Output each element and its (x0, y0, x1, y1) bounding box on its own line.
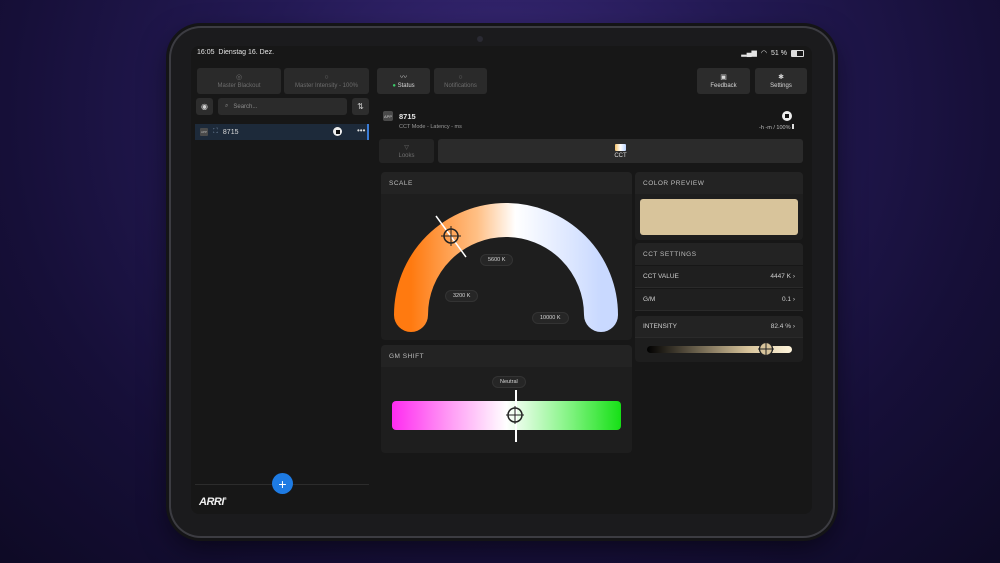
feedback-button[interactable]: ▣ Feedback (697, 68, 750, 94)
intensity-value-wrap: 82.4 % › (771, 323, 795, 330)
cct-tab[interactable]: CCT (438, 139, 803, 163)
chevron-right-icon: › (792, 323, 795, 330)
looks-tab[interactable]: ▽ Looks (379, 139, 434, 163)
status-tab[interactable]: 〰 ● Status (377, 68, 430, 94)
wifi-icon: ◠ (760, 50, 768, 57)
blackout-icon: ◎ (235, 73, 243, 81)
status-label-wrap: ● Status (392, 83, 414, 89)
scale-label-5600: 5600 K (480, 254, 514, 266)
cct-arc[interactable] (381, 194, 632, 340)
scale-panel: SCALE 5600 K 3200 K 10000 K (381, 172, 632, 340)
scale-label-10000: 10000 K (532, 312, 569, 324)
cct-value-wrap: 4447 K › (770, 273, 795, 280)
pulse-icon: 〰 (400, 73, 407, 81)
master-intensity-button[interactable]: ○ Master Intensity - 100% (284, 68, 369, 94)
select-frame-icon: ⛶ (213, 128, 218, 135)
gm-shift-title: GM SHIFT (381, 345, 632, 367)
plus-icon: + (278, 475, 287, 492)
chevron-right-icon: › (792, 296, 795, 303)
device-name: 8715 (222, 128, 239, 136)
sort-button[interactable]: ⇅ (352, 98, 369, 115)
app-badge: APP (200, 128, 208, 136)
gm-shift-panel: GM SHIFT Neutral (381, 345, 632, 453)
settings-label: Settings (770, 82, 792, 89)
stop-icon[interactable] (333, 127, 342, 136)
gm-value: 0.1 (781, 296, 792, 303)
settings-button[interactable]: ✱ Settings (755, 68, 807, 94)
battery-percent: 51 % (771, 49, 787, 57)
battery-small-icon (792, 124, 795, 129)
app-screen: 16:05 Dienstag 16. Dez. ▂▄▆ ◠ 51 % ◎ Mas… (191, 46, 812, 514)
search-icon: ⌕ (225, 103, 229, 109)
cct-gradient-icon (615, 143, 626, 151)
device-subtitle: CCT Mode - Latency - ms (399, 124, 462, 130)
cct-settings-panel: CCT SETTINGS (635, 243, 803, 265)
scale-label-3200: 3200 K (445, 290, 479, 302)
camera-dot (477, 36, 483, 42)
device-stop-button[interactable] (782, 111, 792, 121)
device-title: 8715 (399, 112, 416, 121)
more-icon[interactable]: ••• (357, 126, 365, 135)
master-blackout-button[interactable]: ◎ Master Blackout (197, 68, 281, 94)
looks-icon: ▽ (404, 144, 409, 151)
intensity-handle[interactable] (758, 341, 775, 357)
color-preview-panel: COLOR PREVIEW (635, 172, 803, 240)
status-bar-time: 16:05 Dienstag 16. Dez. (197, 49, 274, 56)
intensity-row[interactable]: INTENSITY 82.4 % › (635, 316, 803, 338)
device-app-badge: APP (383, 111, 393, 121)
intensity-value: 82.4 % (770, 323, 792, 330)
notifications-tab[interactable]: ○ Notifications (434, 68, 487, 94)
intensity-slider-area (635, 338, 803, 362)
color-preview-title: COLOR PREVIEW (635, 172, 803, 194)
chat-icon: ▣ (720, 73, 727, 81)
gear-icon: ✱ (778, 73, 784, 81)
groups-button[interactable]: ◉ (196, 98, 213, 115)
cct-value-row[interactable]: CCT VALUE 4447 K › (635, 266, 803, 288)
gm-value-wrap: 0.1 › (782, 296, 795, 303)
battery-icon (791, 49, 804, 57)
cct-label: CCT (614, 152, 627, 159)
status-label: Status (397, 82, 415, 89)
device-list-item[interactable]: APP ⛶ 8715 ••• (195, 124, 369, 140)
intensity-label: INTENSITY (643, 323, 677, 330)
feedback-label: Feedback (710, 82, 737, 89)
groups-icon: ◉ (201, 102, 208, 111)
date-text: Dienstag 16. Dez. (218, 49, 275, 56)
device-status: -h -m / 100% (759, 124, 795, 131)
master-intensity-label: Master Intensity - 100% (294, 82, 359, 89)
online-dot-icon: ● (392, 82, 396, 89)
stop-square-icon (785, 114, 789, 118)
cct-value: 4447 K (770, 273, 792, 280)
search-field[interactable]: ⌕ Search... (218, 98, 347, 115)
scale-title: SCALE (381, 172, 632, 194)
intensity-icon: ○ (324, 73, 329, 81)
search-placeholder: Search... (233, 103, 258, 110)
master-blackout-label: Master Blackout (217, 82, 261, 89)
signal-icon: ▂▄▆ (741, 50, 757, 57)
cct-value-label: CCT VALUE (643, 273, 679, 280)
bell-icon: ○ (458, 73, 463, 81)
notifications-label: Notifications (444, 82, 477, 89)
chevron-right-icon: › (792, 273, 795, 280)
gm-handle[interactable] (506, 406, 524, 424)
sort-icon: ⇅ (357, 102, 364, 111)
add-device-button[interactable]: + (272, 473, 293, 494)
gm-neutral-label: Neutral (492, 376, 526, 388)
looks-label: Looks (398, 152, 415, 159)
gm-label: G/M (643, 296, 656, 303)
cct-settings-title: CCT SETTINGS (635, 243, 803, 265)
gm-value-row[interactable]: G/M 0.1 › (635, 289, 803, 311)
cct-arc-gradient (394, 203, 618, 332)
status-bar-indicators: ▂▄▆ ◠ 51 % (741, 49, 804, 57)
arri-logo: ARRI® (199, 496, 227, 508)
color-preview-swatch (640, 199, 798, 235)
time-text: 16:05 (197, 49, 215, 56)
device-status-text: -h -m / 100% (759, 125, 791, 131)
